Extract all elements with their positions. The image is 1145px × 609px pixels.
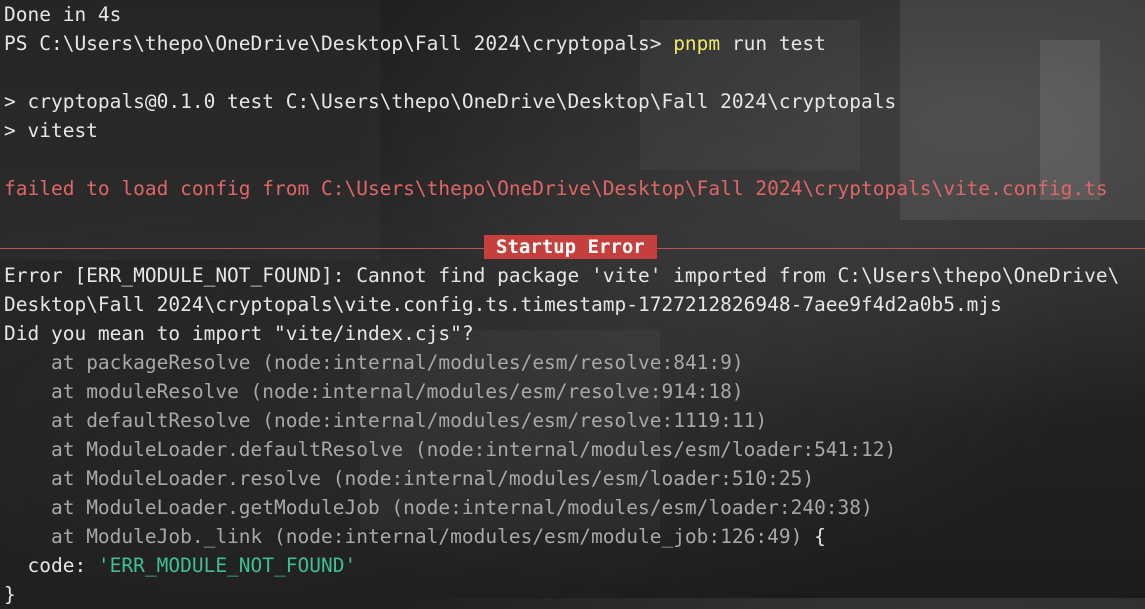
stack-at: at — [4, 409, 87, 432]
stack-function: packageResolve — [86, 351, 251, 374]
stack-frame: at ModuleLoader.resolve (node:internal/m… — [4, 464, 1145, 493]
closing-brace: } — [4, 583, 16, 606]
done-line: Done in 4s — [4, 3, 122, 26]
stack-function: ModuleLoader.defaultResolve — [86, 438, 404, 461]
prompt-line: PS C:\Users\thepo\OneDrive\Desktop\Fall … — [4, 29, 1145, 58]
error-message-line: Error [ERR_MODULE_NOT_FOUND]: Cannot fin… — [4, 264, 1120, 287]
error-message-line: Desktop\Fall 2024\cryptopals\vite.config… — [4, 293, 1002, 316]
stack-at: at — [4, 467, 87, 490]
command-keyword: pnpm — [673, 32, 721, 55]
stack-location: (node:internal/modules/esm/module_job:12… — [262, 525, 803, 548]
script-line: > cryptopals@0.1.0 test C:\Users\thepo\O… — [4, 90, 897, 113]
command-args: run test — [720, 32, 826, 55]
stack-at: at — [4, 380, 87, 403]
stack-function: moduleResolve — [86, 380, 239, 403]
error-hint-line: Did you mean to import "vite/index.cjs"? — [4, 322, 474, 345]
script-line: > vitest — [4, 119, 98, 142]
stack-location: (node:internal/modules/esm/loader:510:25… — [321, 467, 815, 490]
stack-location: (node:internal/modules/esm/loader:240:38… — [379, 496, 873, 519]
stack-at: at — [4, 351, 87, 374]
stack-frame: at moduleResolve (node:internal/modules/… — [4, 377, 1145, 406]
stack-function: defaultResolve — [86, 409, 251, 432]
stack-location: (node:internal/modules/esm/resolve:1119:… — [250, 409, 768, 432]
startup-error-badge: Startup Error — [484, 235, 657, 259]
stack-frame: at packageResolve (node:internal/modules… — [4, 348, 1145, 377]
stack-function: ModuleLoader.getModuleJob — [86, 496, 380, 519]
brace-open: { — [802, 525, 826, 548]
stack-frame: at ModuleLoader.defaultResolve (node:int… — [4, 435, 1145, 464]
stack-function: ModuleJob._link — [86, 525, 263, 548]
stack-location: (node:internal/modules/esm/resolve:841:9… — [250, 351, 744, 374]
stack-at: at — [4, 525, 87, 548]
stack-frame: at defaultResolve (node:internal/modules… — [4, 406, 1145, 435]
terminal-output[interactable]: Done in 4s PS C:\Users\thepo\OneDrive\De… — [0, 0, 1145, 609]
stack-at: at — [4, 438, 87, 461]
stack-frame: at ModuleJob._link (node:internal/module… — [4, 522, 1145, 551]
stack-at: at — [4, 496, 87, 519]
code-key: code: — [4, 554, 98, 577]
stack-location: (node:internal/modules/esm/loader:541:12… — [403, 438, 897, 461]
stack-trace: at packageResolve (node:internal/modules… — [4, 348, 1145, 551]
stack-function: ModuleLoader.resolve — [86, 467, 321, 490]
stack-frame: at ModuleLoader.getModuleJob (node:inter… — [4, 493, 1145, 522]
error-code-line: code: 'ERR_MODULE_NOT_FOUND' — [4, 551, 1145, 580]
startup-error-divider: Startup Error — [0, 232, 1145, 261]
stack-location: (node:internal/modules/esm/resolve:914:1… — [238, 380, 744, 403]
prompt-path: PS C:\Users\thepo\OneDrive\Desktop\Fall … — [4, 32, 674, 55]
code-value: 'ERR_MODULE_NOT_FOUND' — [97, 554, 357, 577]
config-error-line: failed to load config from C:\Users\thep… — [4, 177, 1108, 200]
